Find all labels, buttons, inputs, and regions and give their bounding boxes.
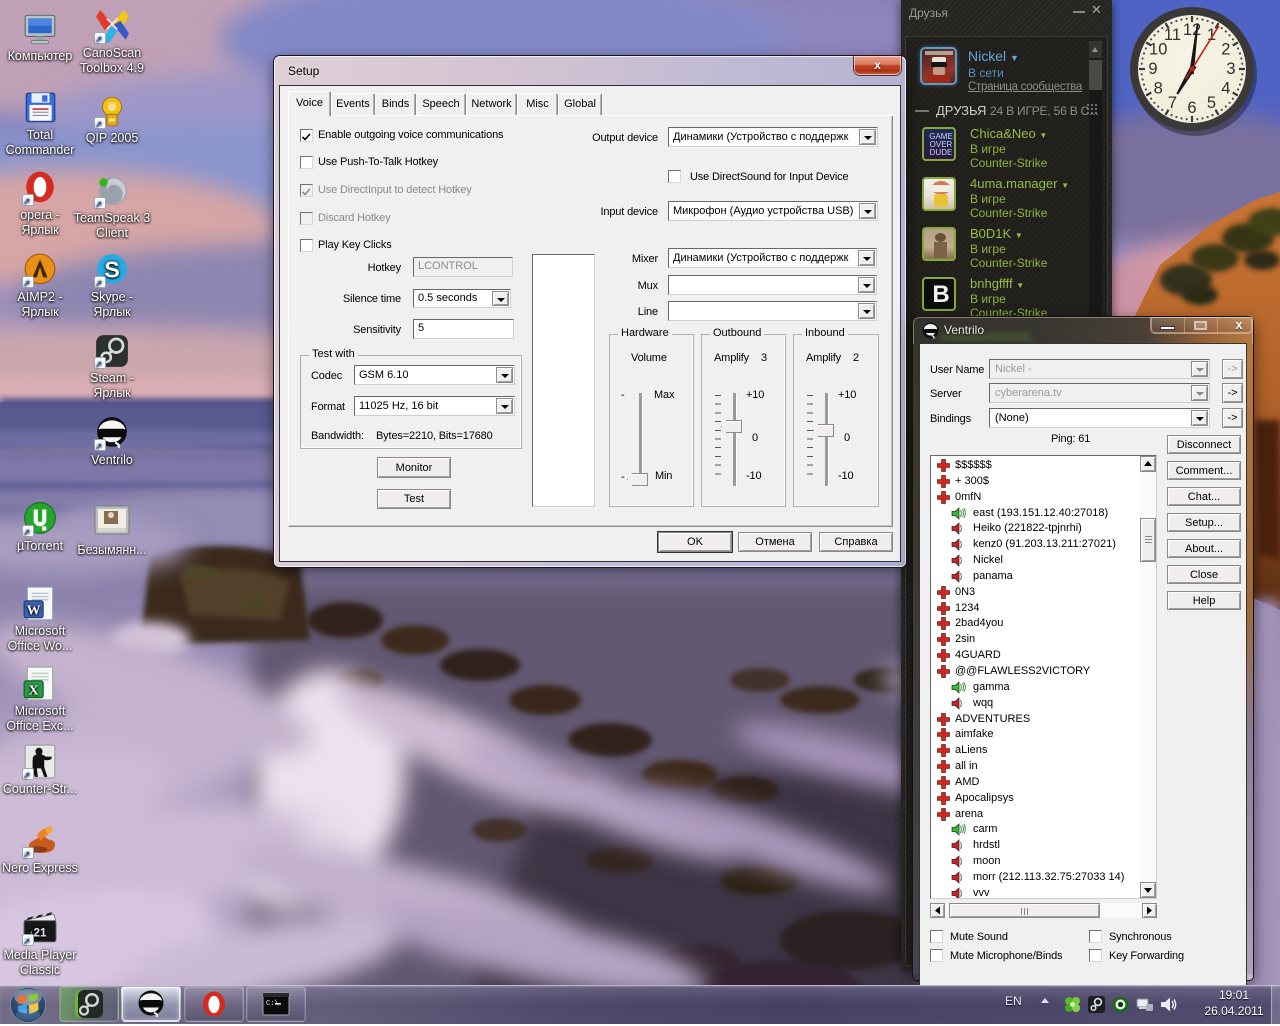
svg-text:2: 2 (1221, 41, 1230, 59)
svg-text:S: S (104, 256, 120, 282)
svg-text:7: 7 (1168, 94, 1177, 112)
svg-text:5: 5 (1207, 94, 1216, 112)
svg-text:4: 4 (1221, 80, 1230, 98)
svg-text:X: X (29, 683, 39, 698)
svg-text:9: 9 (1148, 60, 1157, 78)
svg-text:8: 8 (1154, 80, 1163, 98)
svg-text:21: 21 (34, 926, 47, 939)
svg-text:12: 12 (1183, 21, 1201, 39)
svg-text:6: 6 (1187, 99, 1196, 117)
svg-text:3: 3 (1226, 60, 1235, 78)
svg-text:11: 11 (1164, 26, 1181, 44)
svg-text:W: W (27, 603, 41, 618)
